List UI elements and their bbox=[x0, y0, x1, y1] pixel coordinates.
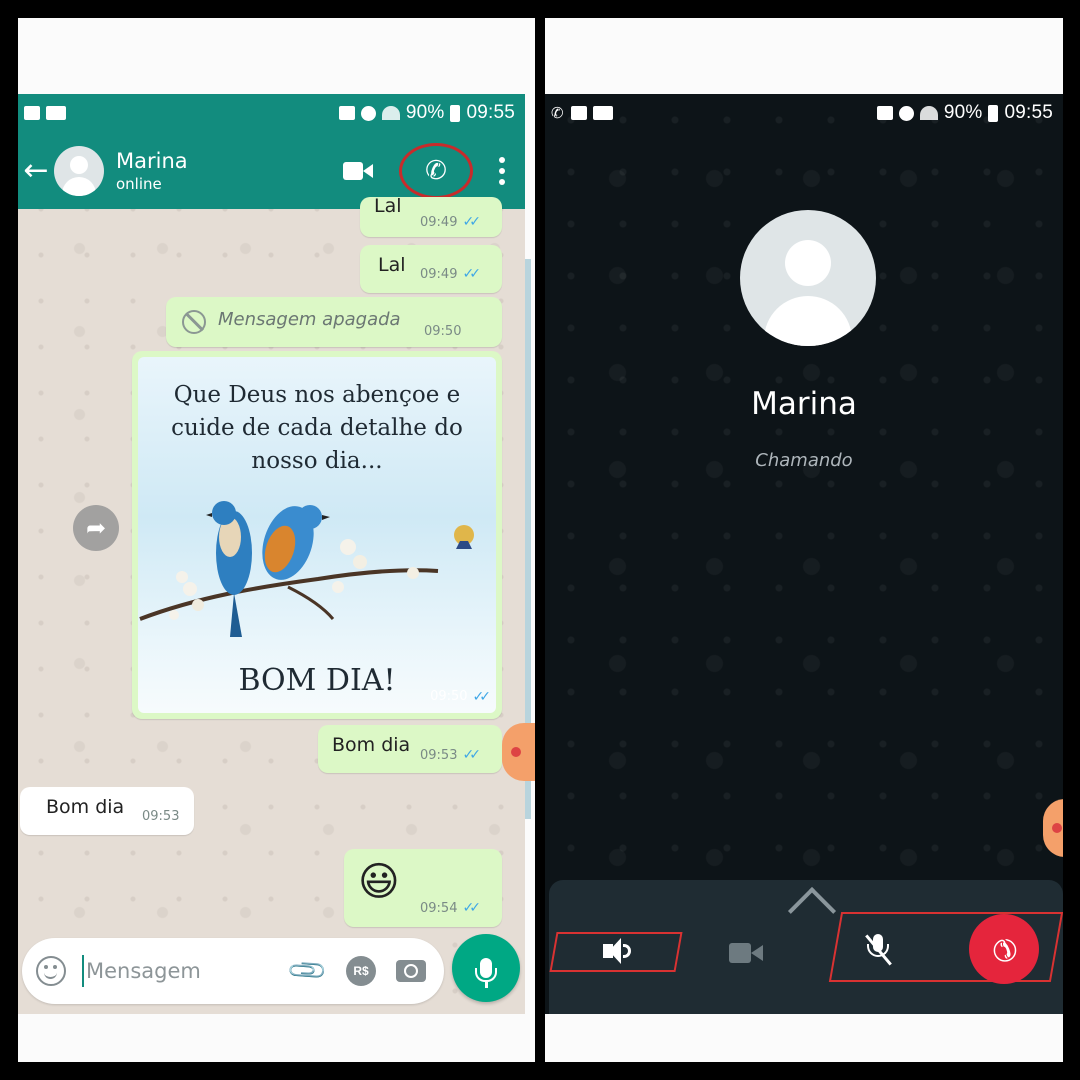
voice-call-button[interactable]: ✆ bbox=[399, 142, 473, 199]
read-ticks-icon: ✓✓ bbox=[462, 747, 481, 763]
chat-header: 90% 09:55 ← Marina online ✆ bbox=[18, 94, 525, 209]
camera-icon[interactable] bbox=[396, 960, 426, 982]
clock: 09:55 bbox=[1004, 102, 1053, 123]
contact-name: Marina bbox=[116, 148, 188, 173]
chevron-up-icon[interactable] bbox=[787, 886, 837, 936]
message-list: Lal 09:49 ✓✓ Lal 09:49 ✓✓ Mensagem apagada… bbox=[18, 195, 525, 927]
cast-icon bbox=[876, 106, 893, 120]
callee-name: Marina bbox=[751, 386, 857, 422]
status-bar: ✆ 90% 09:55 bbox=[545, 94, 1063, 132]
birds-illustration bbox=[139, 501, 474, 637]
message-bubble[interactable]: Lal 09:49 ✓✓ bbox=[360, 245, 502, 293]
bottom-margin bbox=[545, 1014, 1063, 1062]
status-bar: 90% 09:55 bbox=[18, 94, 525, 132]
end-call-button[interactable]: ✆ bbox=[969, 914, 1039, 984]
text-caret bbox=[82, 955, 84, 987]
emoji-icon[interactable] bbox=[36, 956, 66, 986]
clock: 09:55 bbox=[466, 102, 515, 123]
battery-icon bbox=[988, 104, 999, 122]
video-off-icon[interactable] bbox=[729, 942, 765, 964]
edge-strip bbox=[525, 94, 535, 1014]
video-call-icon[interactable] bbox=[343, 161, 373, 181]
folder-icon bbox=[24, 106, 40, 120]
video-notification-icon bbox=[593, 106, 613, 120]
call-screenshot-panel: ✆ 90% 09:55 Marina Chamando ✆ bbox=[545, 18, 1063, 1062]
battery-percent: 90% bbox=[943, 102, 983, 123]
deleted-icon bbox=[182, 310, 206, 334]
call-screen: ✆ 90% 09:55 Marina Chamando ✆ bbox=[545, 94, 1063, 1014]
message-time: 09:50 bbox=[430, 689, 468, 704]
deleted-message[interactable]: Mensagem apagada 09:50 bbox=[166, 297, 502, 347]
read-ticks-icon: ✓✓ bbox=[462, 900, 481, 916]
top-margin bbox=[18, 18, 535, 94]
image-message[interactable]: Que Deus nos abençoe e cuide de cada det… bbox=[132, 351, 502, 719]
message-bubble[interactable]: Bom dia 09:53 ✓✓ bbox=[318, 725, 502, 773]
message-input-placeholder: Mensagem bbox=[86, 959, 201, 983]
composer: Mensagem 📎 R$ bbox=[18, 924, 525, 1014]
mute-icon[interactable] bbox=[865, 934, 892, 966]
floating-bubble-icon[interactable] bbox=[1043, 799, 1063, 857]
emoji-message[interactable]: 😃 09:54 ✓✓ bbox=[344, 849, 502, 927]
cast-icon bbox=[338, 106, 355, 120]
floating-bubble-icon[interactable] bbox=[502, 723, 535, 781]
attach-icon[interactable]: 📎 bbox=[286, 949, 330, 993]
avatar[interactable] bbox=[54, 145, 104, 196]
battery-percent: 90% bbox=[405, 102, 445, 123]
read-ticks-icon: ✓✓ bbox=[462, 214, 481, 230]
battery-icon bbox=[450, 104, 461, 122]
read-ticks-icon: ✓✓ bbox=[462, 266, 481, 282]
forward-icon[interactable]: ➦ bbox=[73, 505, 119, 551]
speaker-icon[interactable] bbox=[603, 938, 633, 964]
payment-icon[interactable]: R$ bbox=[346, 956, 376, 986]
message-input[interactable]: Mensagem 📎 R$ bbox=[22, 938, 444, 1004]
call-status: Chamando bbox=[755, 450, 853, 471]
folder-icon bbox=[571, 106, 587, 120]
callee-avatar bbox=[740, 210, 876, 346]
alarm-icon bbox=[898, 105, 914, 121]
chat-screen: 90% 09:55 ← Marina online ✆ Lal 09:49 ✓✓… bbox=[18, 94, 525, 1014]
image-content[interactable]: Que Deus nos abençoe e cuide de cada det… bbox=[138, 357, 496, 713]
voice-message-button[interactable] bbox=[452, 934, 520, 1002]
top-margin bbox=[545, 18, 1063, 94]
wifi-signal-icon bbox=[381, 106, 400, 120]
end-call-icon: ✆ bbox=[983, 928, 1026, 971]
chat-screenshot-panel: 90% 09:55 ← Marina online ✆ Lal 09:49 ✓✓… bbox=[18, 18, 535, 1062]
call-status-icon: ✆ bbox=[551, 104, 564, 122]
alarm-icon bbox=[360, 105, 376, 121]
mic-icon bbox=[475, 958, 497, 988]
video-notification-icon bbox=[46, 106, 66, 120]
message-bubble[interactable]: Lal 09:49 ✓✓ bbox=[360, 195, 502, 237]
wifi-signal-icon bbox=[919, 106, 938, 120]
bottom-margin bbox=[18, 1014, 535, 1062]
voice-call-icon: ✆ bbox=[425, 155, 447, 186]
message-bubble[interactable]: Bom dia 09:53 bbox=[20, 787, 194, 835]
contact-status: online bbox=[116, 174, 162, 193]
contact-info[interactable]: Marina online bbox=[116, 149, 188, 193]
read-ticks-icon: ✓✓ bbox=[472, 689, 492, 705]
call-controls: ✆ bbox=[549, 880, 1063, 1014]
menu-icon[interactable] bbox=[499, 156, 505, 185]
back-arrow-icon[interactable]: ← bbox=[20, 153, 52, 188]
